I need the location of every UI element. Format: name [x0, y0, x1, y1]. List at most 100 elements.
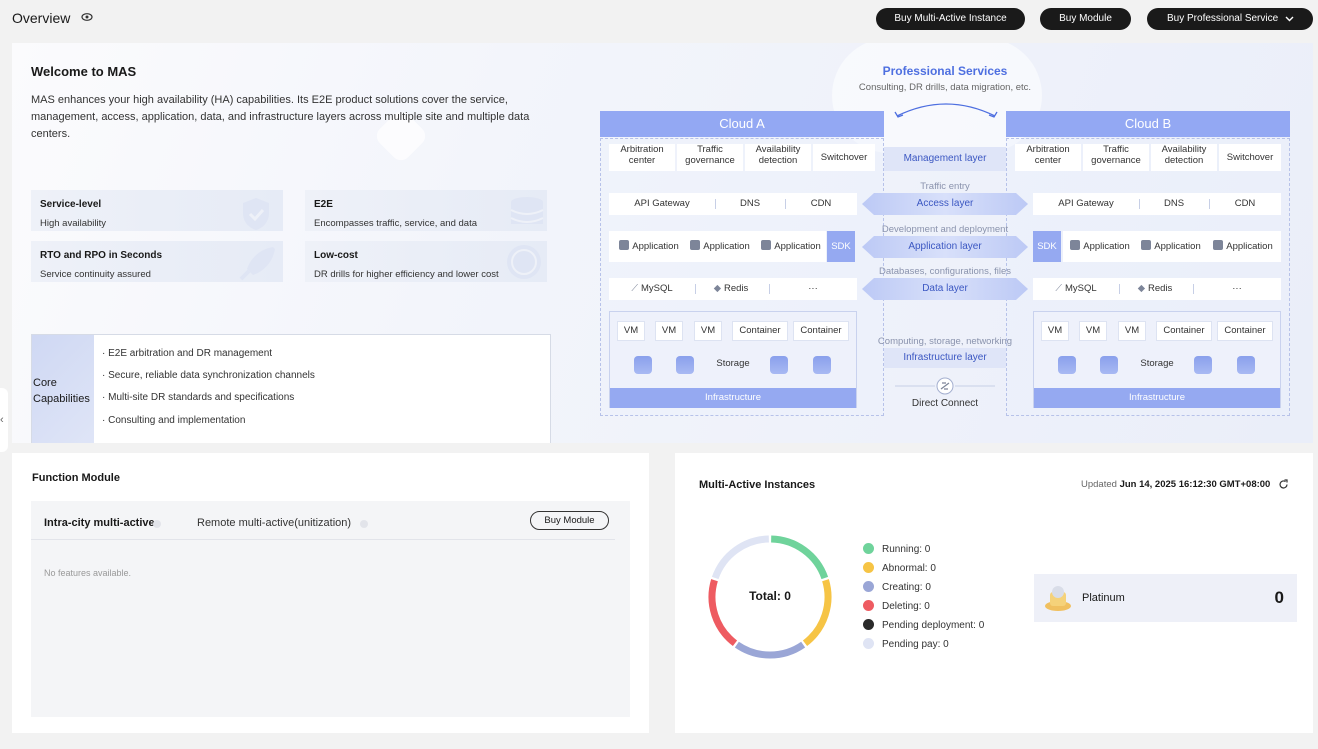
cube-icon: [1213, 240, 1224, 250]
legend-label: Pending deployment: 0: [882, 620, 985, 631]
buy-professional-service-label: Buy Professional Service: [1167, 13, 1279, 24]
legend-item: Creating: 0: [863, 581, 931, 593]
capability-item: · E2E arbitration and DR management: [102, 348, 273, 359]
database-icon: [634, 356, 652, 374]
status-dot: [863, 562, 874, 573]
mgmt-item: Arbitration center: [1015, 144, 1081, 171]
donut-segment: [711, 535, 770, 580]
buy-module-inline-button[interactable]: Buy Module: [530, 511, 609, 530]
mgmt-item: Switchover: [813, 144, 875, 171]
intro-description: MAS enhances your high availability (HA)…: [31, 94, 530, 140]
access-item: API Gateway: [634, 198, 690, 209]
legend-item: Pending deployment: 0: [863, 619, 984, 631]
storage-label: Storage: [716, 358, 750, 369]
eye-icon[interactable]: [81, 12, 93, 22]
infrastructure-box-a: VM VM VM Container Container Storage Inf…: [609, 311, 857, 408]
layer-caption: Traffic entry: [920, 181, 970, 192]
feature-title: E2E: [314, 199, 333, 210]
data-item: MySQL: [1064, 283, 1097, 294]
database-icon: [813, 356, 831, 374]
chevron-left-icon: ‹: [0, 414, 4, 426]
collapse-sidebar-toggle[interactable]: ‹: [0, 388, 8, 452]
legend-item: Pending pay: 0: [863, 638, 949, 650]
infrastructure-box-b: VM VM VM Container Container Storage Inf…: [1033, 311, 1281, 408]
direct-connect-label: Direct Connect: [911, 398, 979, 409]
pro-services-title: Professional Services: [882, 64, 1008, 78]
shield-icon: [243, 198, 269, 230]
status-dot: [863, 619, 874, 630]
feature-desc: DR drills for higher efficiency and lowe…: [314, 269, 499, 280]
total-label: Total: 0: [749, 589, 791, 603]
data-layer-arrow: Data layer: [862, 278, 1028, 300]
access-row: API Gateway DNS CDN: [609, 193, 857, 215]
infra-item: VM: [694, 321, 722, 341]
function-module-body: Intra-city multi-active Remote multi-act…: [31, 501, 630, 717]
cloud-b-header: Cloud B: [1006, 111, 1290, 137]
buy-multi-active-instance-button[interactable]: Buy Multi-Active Instance: [876, 8, 1025, 30]
info-icon: [153, 520, 161, 528]
access-row: API Gateway DNS CDN: [1033, 193, 1281, 215]
info-icon: [360, 520, 368, 528]
data-item: ···: [1232, 283, 1242, 294]
redis-icon: ◆: [1137, 283, 1145, 294]
page-title: Overview: [12, 10, 71, 26]
donut-segment: [770, 535, 829, 580]
legend-label: Deleting: 0: [882, 601, 930, 612]
mgmt-item: Arbitration center: [609, 144, 675, 171]
application-row: Application Application Application: [609, 231, 826, 262]
cube-icon: [690, 240, 701, 250]
data-item: Redis: [1148, 283, 1173, 294]
coin-icon: [507, 245, 541, 279]
status-dot: [863, 543, 874, 554]
database-icon: [510, 197, 544, 224]
application-item: Application: [1226, 241, 1273, 252]
platinum-badge-icon: [1045, 586, 1071, 611]
updated-label: Updated: [1081, 479, 1117, 490]
management-layer-label: Management layer: [884, 147, 1006, 171]
top-bar: Overview Buy Multi-Active Instance Buy M…: [0, 0, 1318, 40]
data-item: MySQL: [640, 283, 673, 294]
feature-title: RTO and RPO in Seconds: [40, 250, 163, 261]
divider: [31, 539, 615, 540]
feature-card: E2E Encompasses traffic, service, and da…: [305, 190, 547, 231]
edition-card: Platinum 0: [1034, 574, 1297, 622]
cube-icon: [1070, 240, 1081, 250]
status-dot: [863, 581, 874, 592]
application-item: Application: [632, 241, 679, 252]
feature-desc: Service continuity assured: [40, 269, 151, 280]
database-icon: [1237, 356, 1255, 374]
buy-professional-service-button[interactable]: Buy Professional Service: [1147, 8, 1313, 30]
cloud-a-header: Cloud A: [600, 111, 884, 137]
access-item: API Gateway: [1058, 198, 1114, 209]
capability-item: · Secure, reliable data synchronization …: [102, 370, 315, 381]
status-dot: [863, 600, 874, 611]
donut-segment: [734, 641, 806, 659]
layer-caption: Development and deployment: [881, 224, 1009, 235]
buy-module-button[interactable]: Buy Module: [1040, 8, 1131, 30]
data-item: Redis: [724, 283, 749, 294]
empty-text: No features available.: [44, 568, 132, 578]
access-item: CDN: [1234, 198, 1256, 209]
refresh-icon[interactable]: [1278, 479, 1289, 490]
layer-caption: Databases, configurations, files: [878, 266, 1012, 277]
infra-item: Container: [1156, 321, 1212, 341]
pro-services-subtitle: Consulting, DR drills, data migration, e…: [858, 82, 1032, 93]
mgmt-item: Switchover: [1219, 144, 1281, 171]
tab-remote[interactable]: Remote multi-active(unitization): [197, 517, 351, 529]
legend-label: Abnormal: 0: [882, 563, 936, 574]
tab-intra-city[interactable]: Intra-city multi-active: [44, 517, 155, 529]
intro-panel: Welcome to MAS MAS enhances your high av…: [12, 43, 1313, 443]
application-item: Application: [1083, 241, 1130, 252]
welcome-title: Welcome to MAS: [31, 64, 137, 79]
data-row: ⟋ MySQL ◆ Redis ···: [609, 278, 857, 300]
core-capabilities-header: Core Capabilities: [32, 335, 94, 443]
infrastructure-bar: Infrastructure: [1034, 388, 1280, 408]
infra-item: VM: [1118, 321, 1146, 341]
application-layer-arrow: Application layer: [862, 236, 1028, 258]
legend-label: Creating: 0: [882, 582, 931, 593]
legend-item: Running: 0: [863, 543, 930, 555]
infra-item: Container: [793, 321, 849, 341]
storage-label: Storage: [1140, 358, 1174, 369]
application-item: Application: [774, 241, 821, 252]
database-icon: [1194, 356, 1212, 374]
